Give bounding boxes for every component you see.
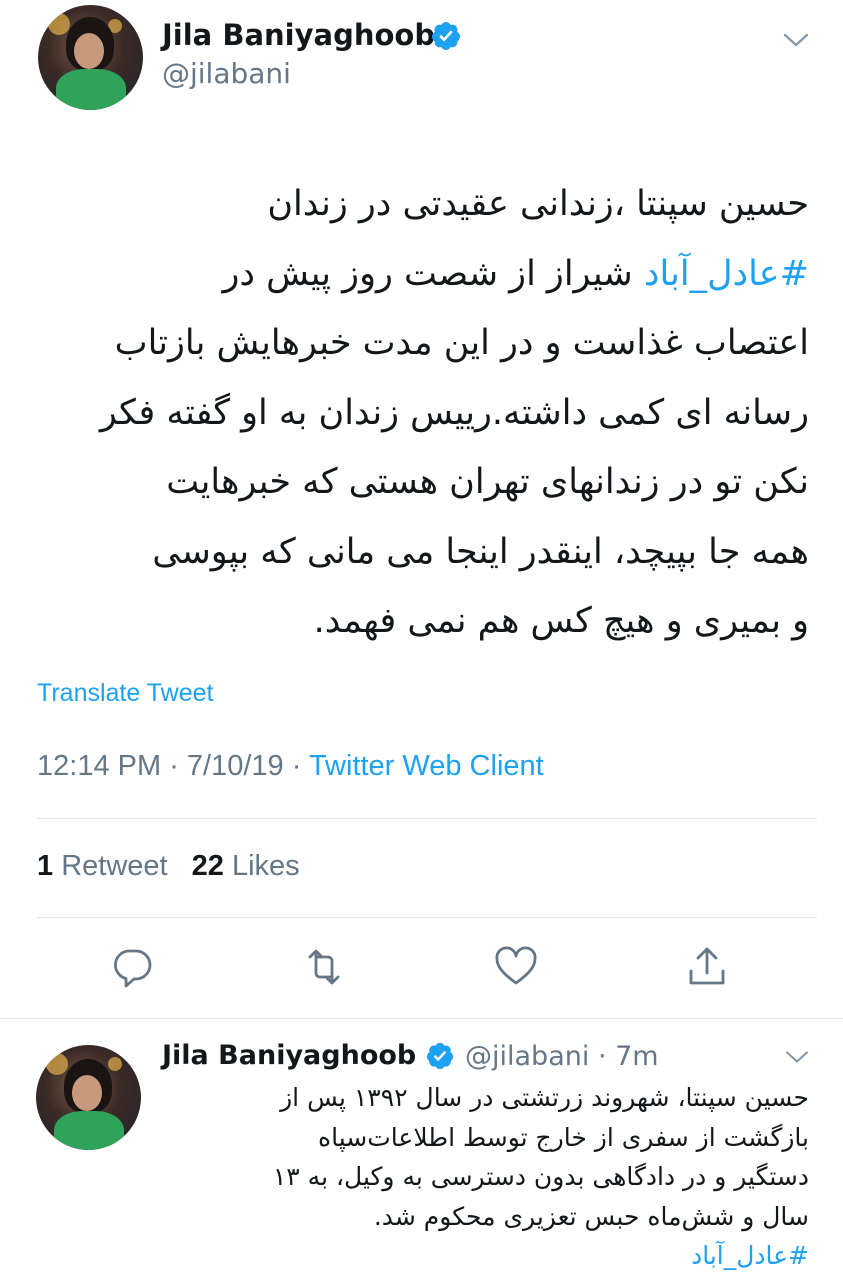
tweet-line: #عادل_آباد bbox=[149, 1236, 809, 1276]
share-button[interactable] bbox=[683, 943, 731, 991]
like-label: Likes bbox=[231, 850, 300, 882]
verified-badge-icon bbox=[426, 1042, 454, 1070]
author-handle[interactable]: @jilabani bbox=[162, 57, 291, 90]
divider bbox=[0, 1018, 843, 1019]
divider bbox=[37, 917, 817, 918]
reply-age[interactable]: 7m bbox=[615, 1041, 658, 1072]
author-name[interactable]: Jila Baniyaghoob bbox=[162, 18, 435, 52]
author-avatar[interactable] bbox=[38, 5, 143, 110]
retweet-count: 1 bbox=[37, 850, 54, 882]
tweet-line: همه جا بپیچد، اینقدر اینجا می مانی که بپ… bbox=[19, 518, 809, 588]
tweet-line: دستگیر و در دادگاهی بدون دسترسی به وکیل،… bbox=[149, 1157, 809, 1197]
tweet-line: و بمیری و هیچ کس هم نمی فهمد. bbox=[19, 587, 809, 657]
tweet-line: بازگشت از سفری از خارج توسط اطلاعات‌سپاه bbox=[149, 1118, 809, 1158]
tweet-line-text: دستگیر و در دادگاهی بدون دسترسی به وکیل،… bbox=[272, 1162, 809, 1191]
tweet-line-text: همه جا بپیچد، اینقدر اینجا می مانی که بپ… bbox=[152, 531, 809, 572]
tweet-date[interactable]: 7/10/19 bbox=[187, 750, 284, 782]
share-icon bbox=[689, 947, 725, 985]
retweet-icon bbox=[308, 949, 340, 985]
tweet-text: حسین سپنتا ،زندانی عقیدتی در زندان #عادل… bbox=[19, 170, 809, 657]
translate-tweet-link[interactable]: Translate Tweet bbox=[37, 679, 213, 708]
tweet-line-text: رسانه ای کمی داشته.رییس زندان به او گفته… bbox=[99, 392, 809, 433]
reply-author-avatar[interactable] bbox=[36, 1045, 141, 1150]
tweet-line: نکن تو در زندانهای تهران هستی که خبرهایت bbox=[19, 448, 809, 518]
engagement-stats: 1 Retweet 22 Likes bbox=[37, 850, 300, 883]
meta-separator: · bbox=[283, 750, 309, 782]
chevron-down-icon[interactable] bbox=[784, 1048, 810, 1066]
retweet-button[interactable] bbox=[300, 943, 348, 991]
divider bbox=[37, 818, 817, 819]
reply-author-handle[interactable]: @jilabani bbox=[465, 1041, 589, 1072]
tweet-metadata: 12:14 PM · 7/10/19 · Twitter Web Client bbox=[37, 750, 544, 783]
reply-author-handle-and-age: @jilabani · 7m bbox=[465, 1041, 659, 1072]
tweet-line-text: و بمیری و هیچ کس هم نمی فهمد. bbox=[313, 601, 809, 641]
hashtag-link[interactable]: #عادل_آباد bbox=[691, 1241, 809, 1270]
tweet-time[interactable]: 12:14 PM bbox=[37, 750, 161, 782]
tweet-line-text: سال و شش‌ماه حبس تعزیری محکوم شد. bbox=[373, 1201, 809, 1231]
hashtag-link[interactable]: #عادل_آباد bbox=[644, 254, 809, 294]
tweet-line: #عادل_آباد شیراز از شصت روز پیش در bbox=[19, 240, 809, 310]
reply-icon bbox=[114, 949, 152, 988]
reply-tweet-text: حسین سپنتا، شهروند زرتشتی در سال ۱۳۹۲ پس… bbox=[149, 1078, 809, 1276]
tweet-line-text: اعتصاب غذاست و در این مدت خبرهایش بازتاب bbox=[114, 323, 809, 363]
tweet-line-text: شیراز از شصت روز پیش در bbox=[222, 253, 644, 294]
tweet-line: حسین سپنتا، شهروند زرتشتی در سال ۱۳۹۲ پس… bbox=[149, 1078, 809, 1118]
chevron-down-icon[interactable] bbox=[782, 30, 810, 50]
like-icon bbox=[495, 946, 537, 985]
tweet-line: سال و شش‌ماه حبس تعزیری محکوم شد. bbox=[149, 1197, 809, 1237]
retweet-label: Retweet bbox=[61, 850, 168, 882]
tweet-client-link[interactable]: Twitter Web Client bbox=[309, 750, 544, 782]
tweet-line-text: حسین سپنتا، شهروند زرتشتی در سال ۱۳۹۲ پس… bbox=[280, 1083, 809, 1112]
meta-separator: · bbox=[589, 1041, 616, 1072]
tweet-line: رسانه ای کمی داشته.رییس زندان به او گفته… bbox=[19, 379, 809, 449]
tweet-line: اعتصاب غذاست و در این مدت خبرهایش بازتاب bbox=[19, 309, 809, 379]
tweet-line-text: حسین سپنتا ،زندانی عقیدتی در زندان bbox=[267, 184, 809, 224]
reply-button[interactable] bbox=[108, 943, 156, 991]
meta-separator: · bbox=[161, 750, 187, 782]
reply-author-name[interactable]: Jila Baniyaghoob bbox=[162, 1040, 416, 1071]
verified-badge-icon bbox=[431, 22, 460, 50]
tweet-line-text: نکن تو در زندانهای تهران هستی که خبرهایت bbox=[166, 462, 809, 502]
retweets-stat[interactable]: 1 Retweet bbox=[37, 850, 168, 882]
tweet-line: حسین سپنتا ،زندانی عقیدتی در زندان bbox=[19, 170, 809, 240]
like-button[interactable] bbox=[492, 943, 540, 991]
like-count: 22 bbox=[191, 850, 224, 882]
likes-stat[interactable]: 22 Likes bbox=[192, 850, 300, 882]
tweet-line-text: بازگشت از سفری از خارج توسط اطلاعات‌سپاه bbox=[318, 1122, 809, 1152]
